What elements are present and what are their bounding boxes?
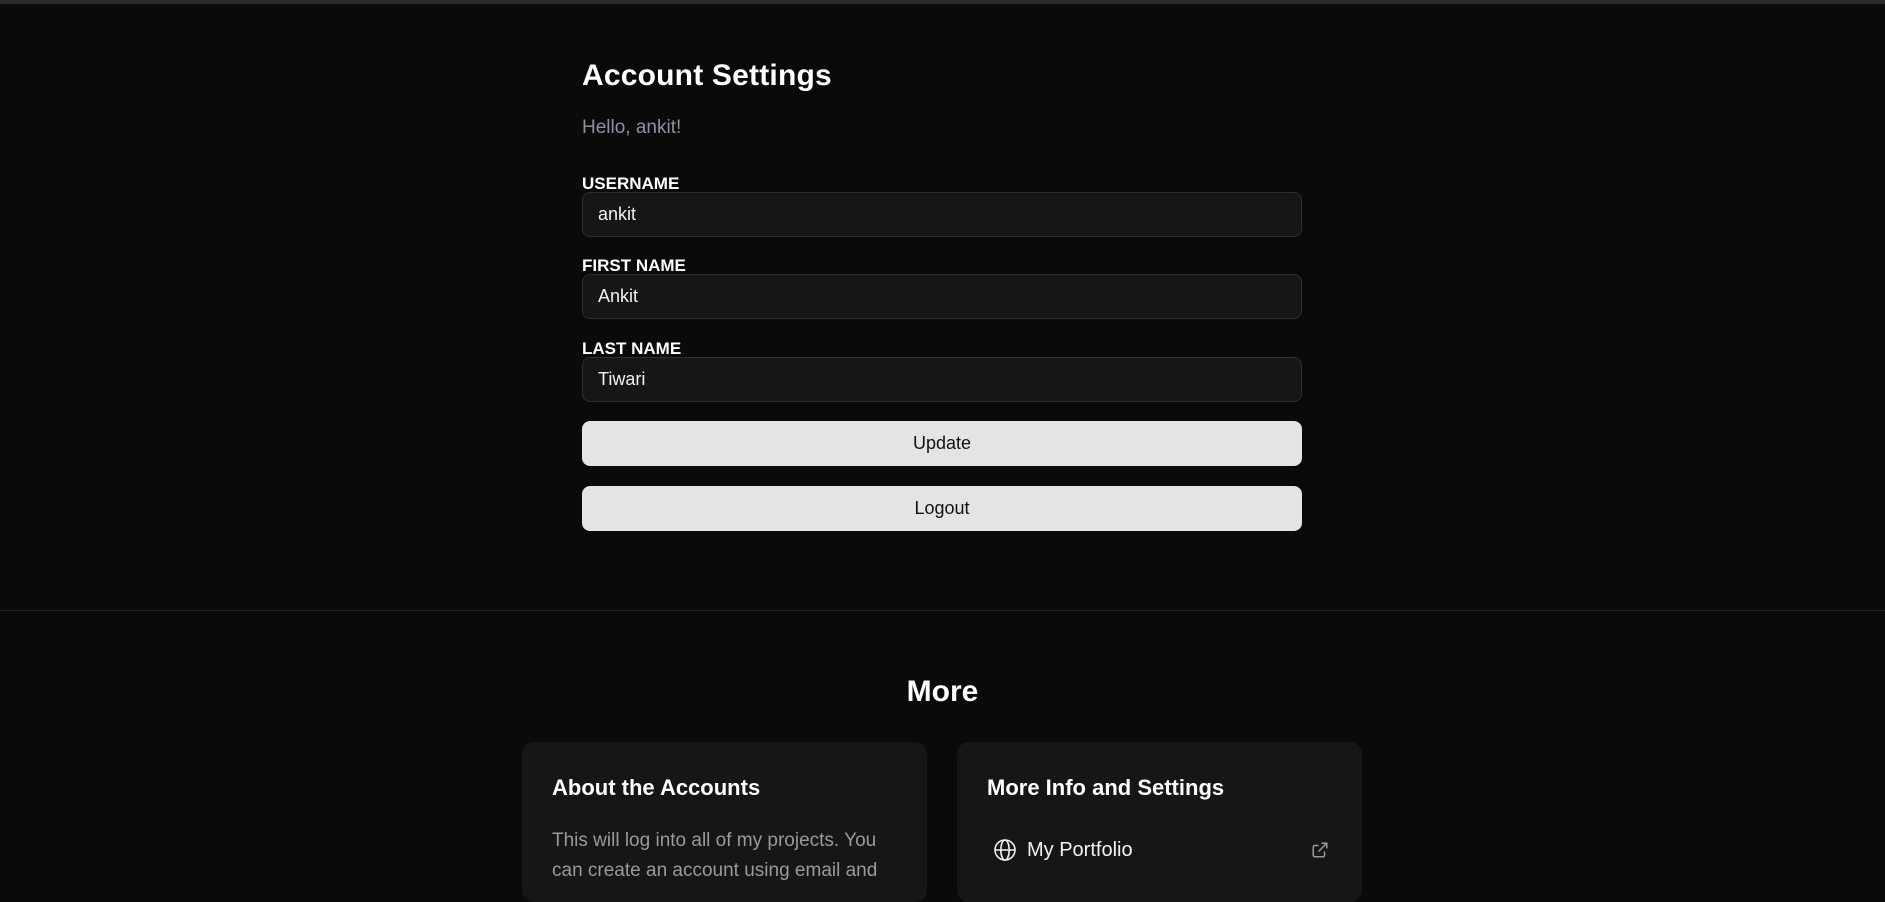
username-field-group: USERNAME ankit: [582, 174, 1302, 237]
about-card-title: About the Accounts: [552, 775, 761, 800]
window-top-edge: [0, 0, 1885, 4]
username-label: USERNAME: [582, 174, 680, 193]
logout-button[interactable]: Logout: [582, 486, 1302, 531]
last-name-input[interactable]: Tiwari: [582, 357, 1302, 402]
first-name-field-group: FIRST NAME Ankit: [582, 256, 1302, 319]
last-name-label: LAST NAME: [582, 339, 682, 358]
about-accounts-card: About the Accounts This will log into al…: [522, 742, 927, 902]
greeting-text: Hello, ankit!: [582, 117, 682, 138]
more-info-card-title: More Info and Settings: [987, 775, 1225, 800]
username-input[interactable]: ankit: [582, 192, 1302, 237]
first-name-input[interactable]: Ankit: [582, 274, 1302, 319]
last-name-field-group: LAST NAME Tiwari: [582, 339, 1302, 402]
update-button[interactable]: Update: [582, 421, 1302, 466]
page-title: Account Settings: [582, 59, 832, 92]
globe-icon: [994, 839, 1016, 861]
about-card-text: This will log into all of my projects. Y…: [552, 830, 878, 881]
more-info-card: More Info and Settings My Portfolio: [957, 742, 1362, 902]
first-name-label: FIRST NAME: [582, 256, 686, 275]
portfolio-link[interactable]: My Portfolio: [987, 834, 1337, 866]
external-link-icon: [1312, 842, 1328, 858]
more-heading: More: [906, 675, 979, 708]
section-divider: [0, 610, 1885, 611]
account-settings-section: Account Settings Hello, ankit! USERNAME …: [582, 56, 1302, 531]
portfolio-link-label: My Portfolio: [1027, 838, 1133, 861]
